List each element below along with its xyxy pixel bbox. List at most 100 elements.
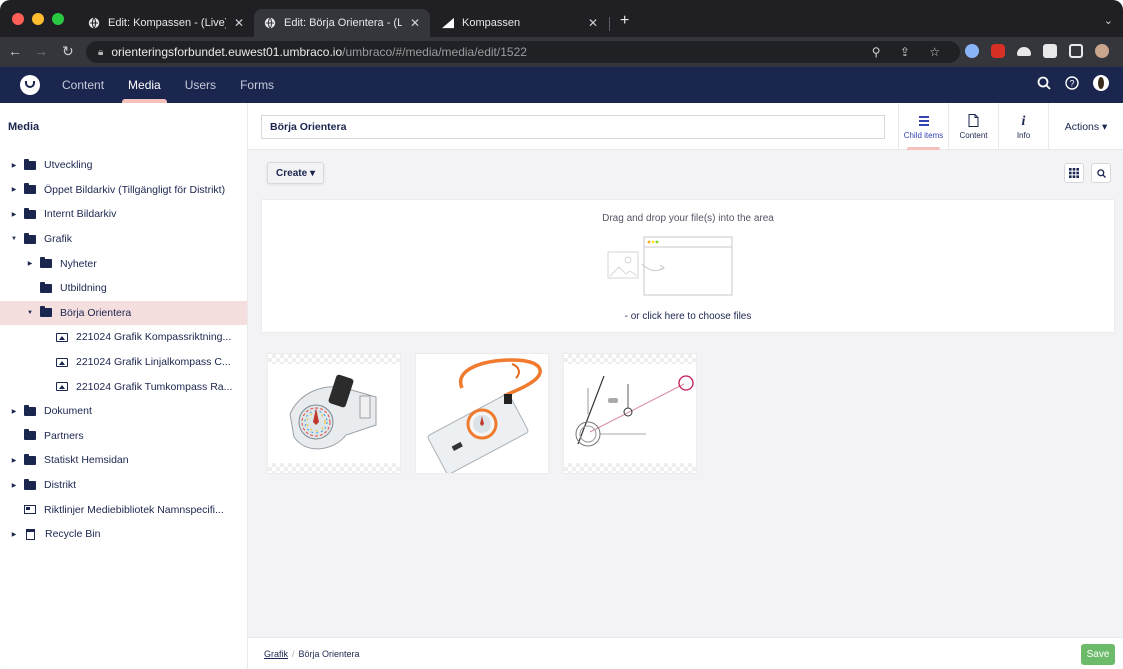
tree-item-label: 221024 Grafik Kompassriktning... (76, 331, 232, 344)
tree-item-internt-bildarkiv[interactable]: ▶ Internt Bildarkiv (0, 202, 247, 227)
app-info[interactable]: i Info (998, 103, 1048, 150)
tree-item-oppet-bildarkiv[interactable]: ▶ Öppet Bildarkiv (Tillgängligt för Distr… (0, 178, 247, 203)
create-button[interactable]: Create ▾ (267, 162, 324, 184)
tree-item-label: Utveckling (44, 159, 93, 172)
dropzone-text: Drag and drop your file(s) into the area (602, 213, 774, 224)
tree-item-label: Grafik (44, 233, 73, 246)
grid-view-button[interactable] (1064, 163, 1084, 183)
browser-tab-borja-orientera[interactable]: Edit: Börja Orientera - (Live) M ✕ (254, 9, 430, 37)
omnibox-icons[interactable]: ⚲ ⇪ ☆ (872, 45, 948, 59)
media-tree-sidebar: Media ▶ Utveckling ▶ Öppet Bildarkiv (Till… (0, 103, 248, 669)
sidepanel-icon[interactable] (1069, 44, 1083, 58)
tree-item-image-linjalkompass[interactable]: 221024 Grafik Linjalkompass C... (0, 350, 247, 375)
profile-avatar-icon[interactable] (1095, 44, 1109, 58)
tree-item-dokument[interactable]: ▶ Dokument (0, 399, 247, 424)
app-label: Info (1016, 131, 1031, 140)
grid-icon (1069, 168, 1079, 178)
save-button[interactable]: Save (1081, 644, 1115, 665)
minimize-window-button[interactable] (32, 13, 44, 25)
media-tree: ▶ Utveckling ▶ Öppet Bildarkiv (Tillgängli… (0, 153, 247, 547)
tree-item-label: 221024 Grafik Tumkompass Ra... (76, 380, 233, 393)
folder-icon (24, 158, 36, 170)
tree-item-distrikt[interactable]: ▶ Distrikt (0, 473, 247, 498)
app-content[interactable]: Content (948, 103, 998, 150)
tab-strip: Edit: Kompassen - (Live) Conte ✕ Edit: B… (0, 0, 1123, 37)
section-media[interactable]: Media (116, 67, 173, 103)
lock-icon: 🔒︎ (98, 46, 104, 58)
content-apps: Child items Content i Info (898, 103, 1048, 150)
browser-tab-kompassen-edit[interactable]: Edit: Kompassen - (Live) Conte ✕ (78, 9, 254, 37)
caret-right-icon[interactable]: ▶ (10, 482, 18, 489)
new-tab-button[interactable]: + (620, 12, 629, 30)
thumb-compass-thumb (289, 374, 377, 450)
breadcrumb-separator: / (292, 649, 295, 659)
close-tab-icon[interactable]: ✕ (588, 16, 598, 30)
caret-down-icon[interactable]: ▼ (10, 236, 18, 242)
section-users[interactable]: Users (173, 67, 228, 103)
media-name-input[interactable] (261, 115, 885, 139)
close-tab-icon[interactable]: ✕ (234, 16, 244, 30)
tree-item-statiskt-hemsidan[interactable]: ▶ Statiskt Hemsidan (0, 448, 247, 473)
tab-title: Kompassen (462, 17, 521, 29)
window-controls (12, 13, 64, 25)
caret-right-icon[interactable]: ▶ (26, 260, 34, 267)
search-icon[interactable] (1037, 76, 1051, 90)
section-forms[interactable]: Forms (228, 67, 286, 103)
caret-down-icon[interactable]: ▼ (26, 310, 34, 316)
tab-search-chevron-icon[interactable]: ⌄ (1104, 14, 1113, 27)
puzzle-icon[interactable] (1043, 44, 1057, 58)
search-media-button[interactable] (1091, 163, 1111, 183)
close-window-button[interactable] (12, 13, 24, 25)
close-tab-icon[interactable]: ✕ (410, 16, 420, 30)
zoom-window-button[interactable] (52, 13, 64, 25)
tree-item-image-tumkompass[interactable]: 221024 Grafik Tumkompass Ra... (0, 374, 247, 399)
media-card-tumkompass[interactable] (563, 353, 697, 474)
caret-right-icon[interactable]: ▶ (10, 457, 18, 464)
caret-right-icon[interactable]: ▶ (10, 531, 18, 538)
folder-icon (40, 257, 52, 269)
help-icon[interactable]: ? (1065, 76, 1079, 90)
tree-item-label: Utbildning (60, 282, 107, 295)
app-child-items[interactable]: Child items (898, 103, 948, 150)
tree-item-image-kompassriktning[interactable]: 221024 Grafik Kompassriktning... (0, 325, 247, 350)
umbraco-logo-icon[interactable] (20, 75, 40, 95)
cloud-icon[interactable] (1017, 46, 1031, 56)
tree-item-riktlinjer[interactable]: Riktlinjer Mediebibliotek Namnspecifi... (0, 497, 247, 522)
tree-item-recycle-bin[interactable]: ▶ Recycle Bin (0, 522, 247, 547)
media-card-linjalkompass[interactable] (415, 353, 549, 474)
tree-item-label: Dokument (44, 405, 92, 418)
back-arrow-icon[interactable]: ← (8, 43, 22, 59)
forward-arrow-icon[interactable]: → (34, 43, 48, 59)
user-avatar[interactable] (1093, 75, 1109, 91)
caret-right-icon[interactable]: ▶ (10, 186, 18, 193)
browser-tab-kompassen[interactable]: Kompassen ✕ (432, 9, 608, 37)
tree-item-borja-orientera[interactable]: ▼ Börja Orientera (0, 300, 247, 326)
extension-icon-2[interactable] (991, 44, 1005, 58)
choose-files-link[interactable]: - or click here to choose files (262, 311, 1114, 322)
actions-dropdown[interactable]: Actions ▾ (1048, 103, 1123, 150)
umbraco-header: Content Media Users Forms ? (0, 67, 1123, 103)
url-host: orienteringsforbundet.euwest01.umbraco.i… (111, 45, 343, 59)
url-field[interactable]: 🔒︎ orienteringsforbundet.euwest01.umbrac… (86, 41, 960, 63)
caret-right-icon[interactable]: ▶ (10, 211, 18, 218)
caret-right-icon[interactable]: ▶ (10, 408, 18, 415)
media-card-kompassriktning[interactable] (267, 353, 401, 474)
section-content[interactable]: Content (50, 67, 116, 103)
tree-item-utveckling[interactable]: ▶ Utveckling (0, 153, 247, 178)
tree-item-grafik[interactable]: ▼ Grafik (0, 227, 247, 252)
svg-text:?: ? (1069, 79, 1074, 89)
upload-illustration-icon (607, 236, 733, 296)
tree-item-label: Recycle Bin (45, 528, 101, 541)
breadcrumb-link-grafik[interactable]: Grafik (264, 649, 288, 659)
tree-item-utbildning[interactable]: Utbildning (0, 276, 247, 301)
tree-item-nyheter[interactable]: ▶ Nyheter (0, 251, 247, 276)
extension-icon-1[interactable] (965, 44, 979, 58)
folder-icon (40, 281, 52, 293)
thumb-compass-diagram (564, 366, 696, 458)
trash-icon (26, 528, 35, 540)
tree-item-partners[interactable]: Partners (0, 424, 247, 449)
folder-icon (24, 478, 36, 490)
caret-right-icon[interactable]: ▶ (10, 162, 18, 169)
upload-dropzone[interactable]: Drag and drop your file(s) into the area… (261, 199, 1115, 333)
reload-icon[interactable]: ↻ (62, 43, 74, 60)
